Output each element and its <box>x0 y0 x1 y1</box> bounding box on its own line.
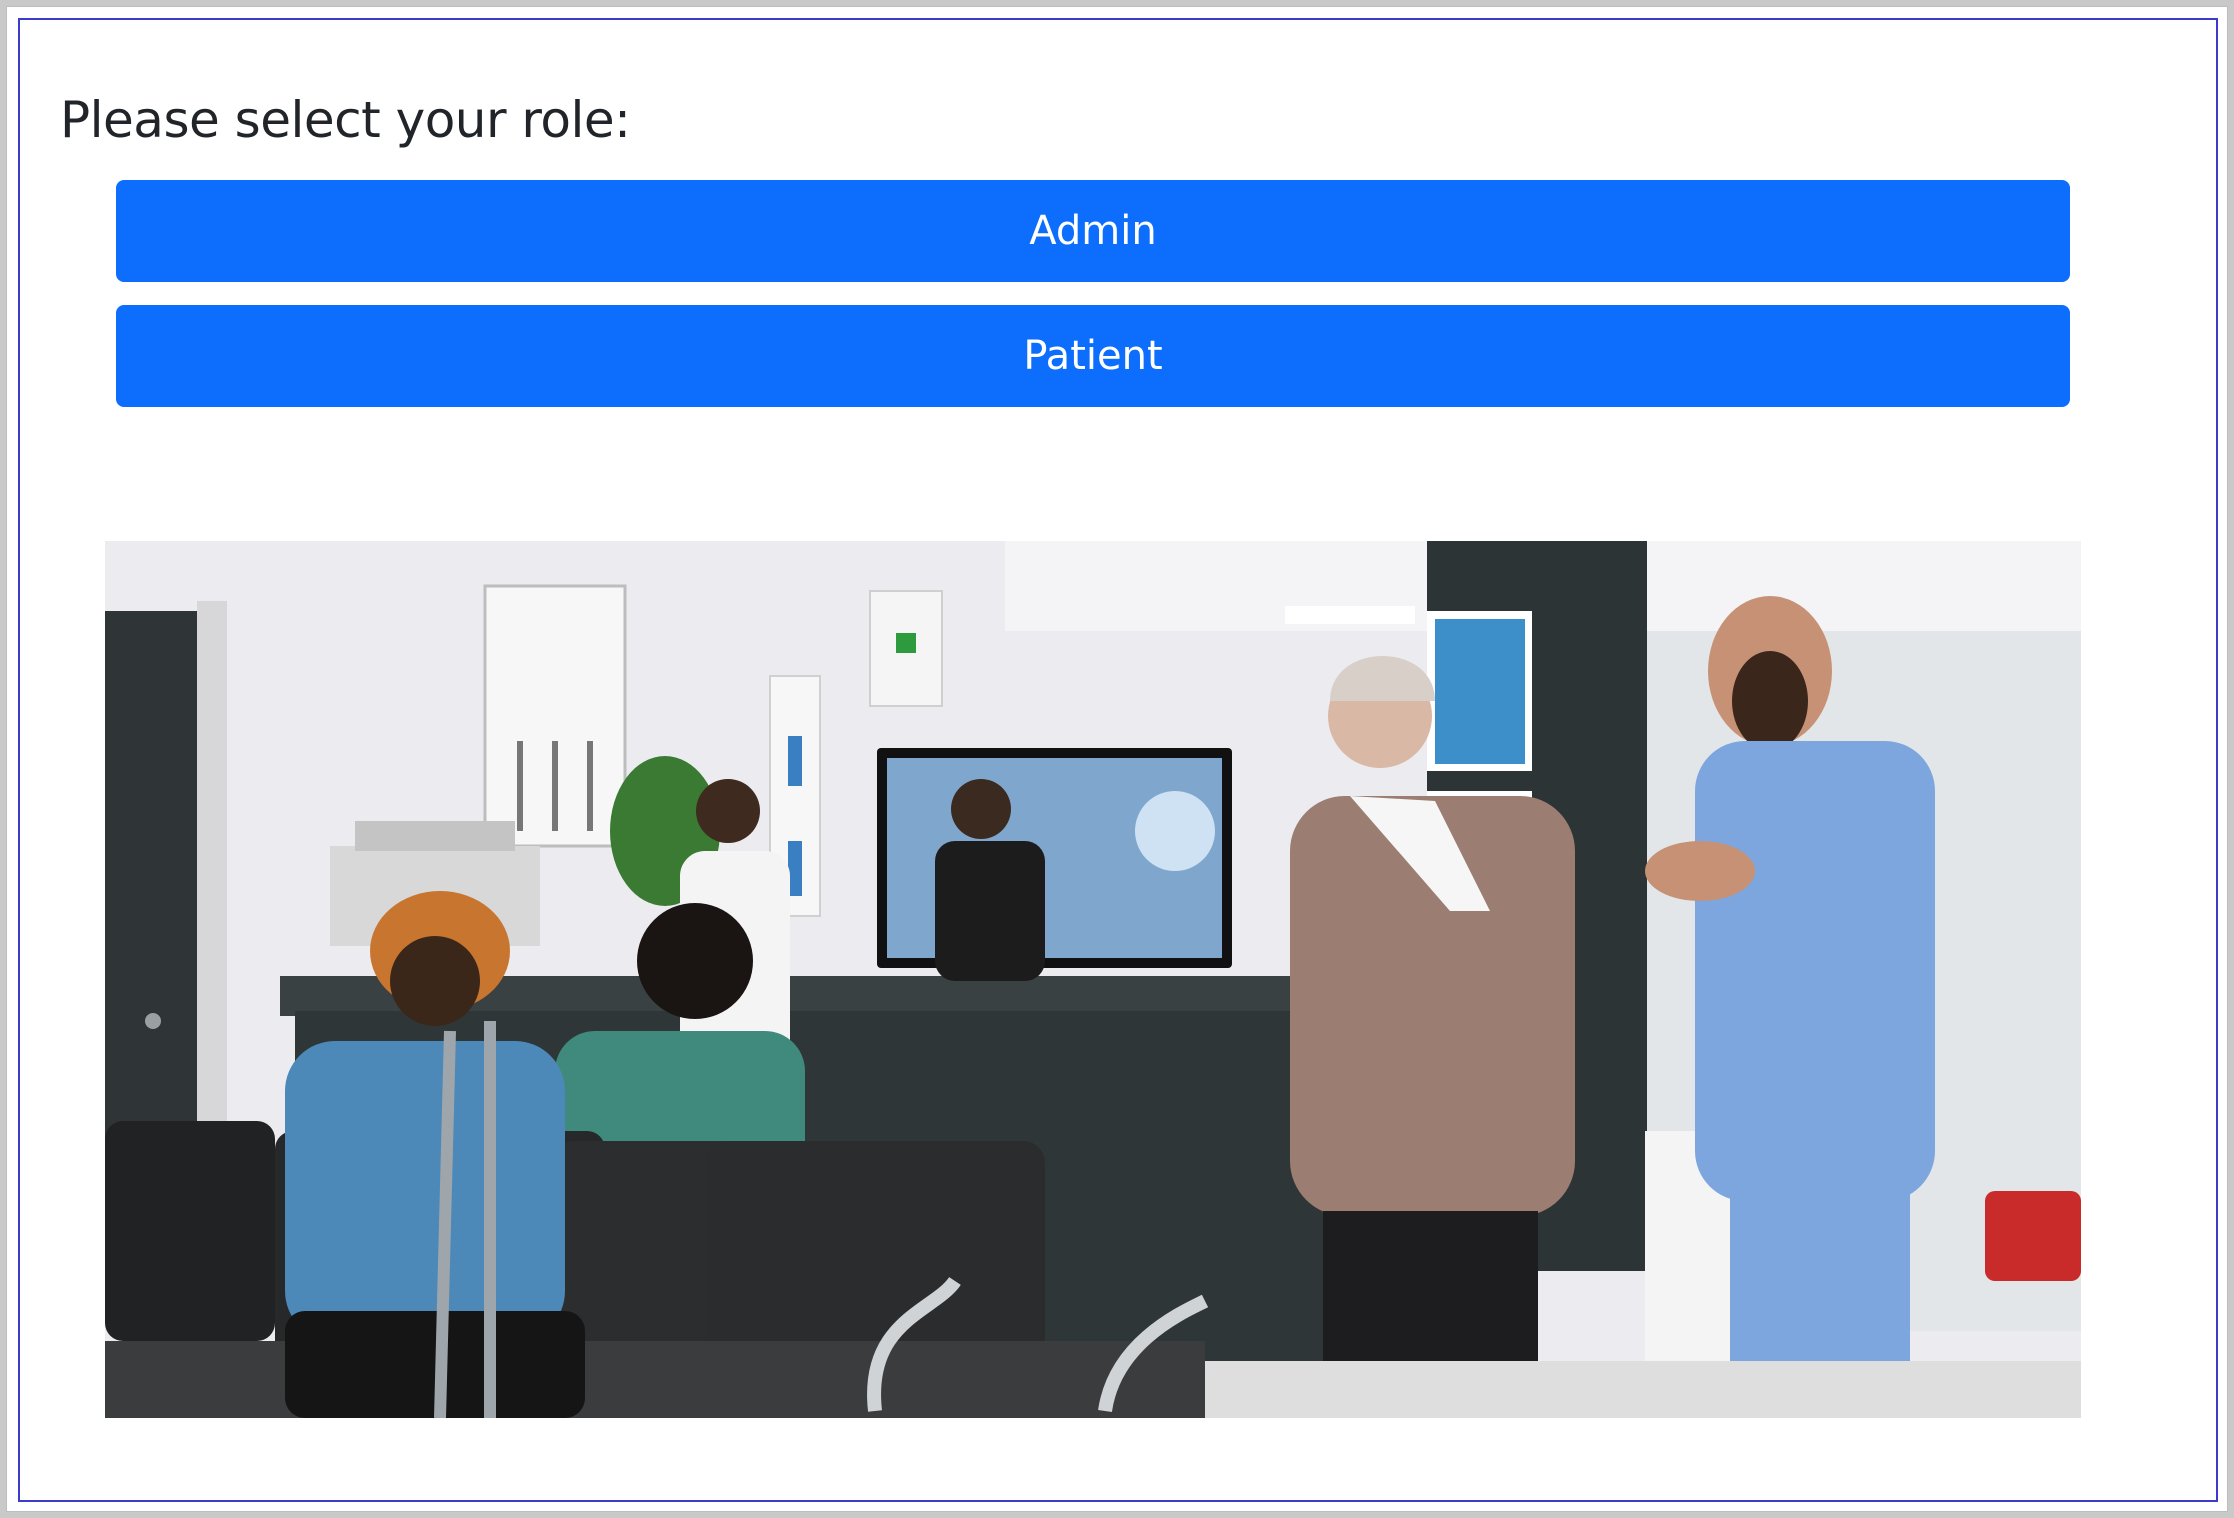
page-title: Please select your role: <box>60 91 631 149</box>
page-background: Please select your role: Admin Patient <box>6 6 2228 1512</box>
admin-role-button[interactable]: Admin <box>116 180 2070 282</box>
patient-role-button[interactable]: Patient <box>116 305 2070 407</box>
clinic-waiting-room-image <box>105 541 2081 1418</box>
role-selection-panel: Please select your role: Admin Patient <box>18 18 2218 1502</box>
